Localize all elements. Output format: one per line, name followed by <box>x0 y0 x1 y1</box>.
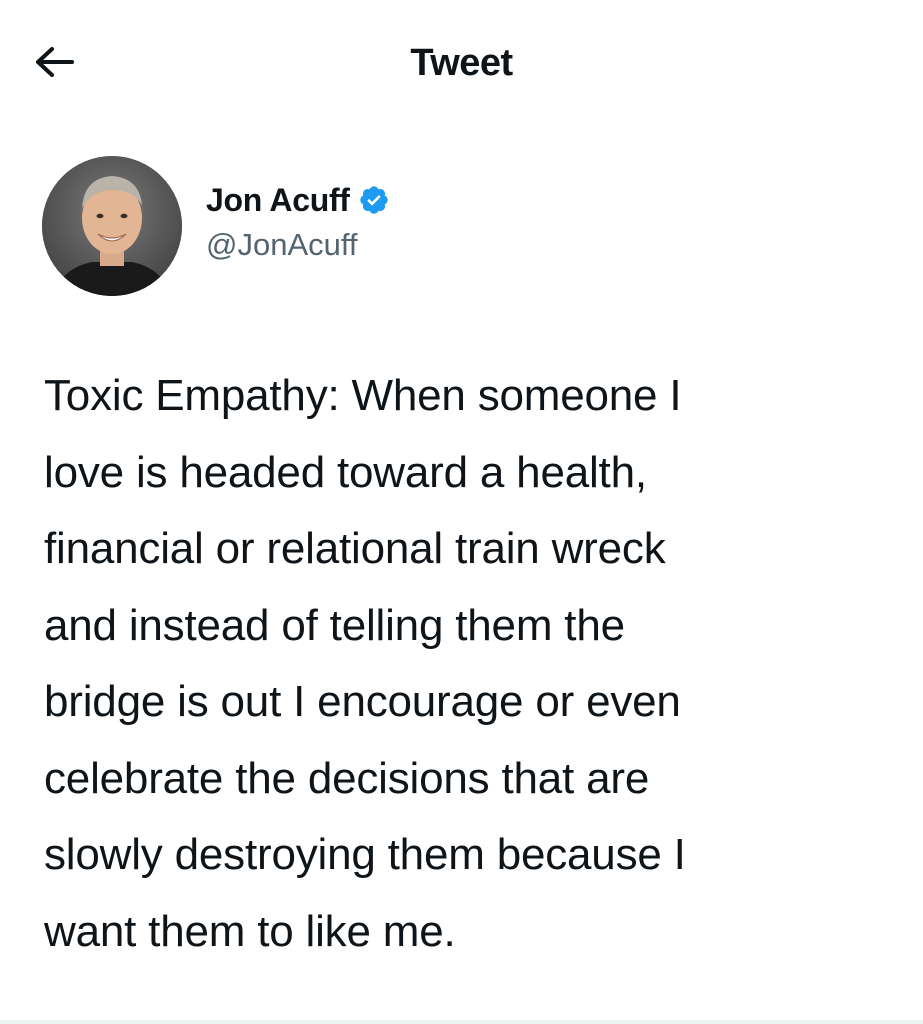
tweet-text: Toxic Empathy: When someone I love is he… <box>44 371 686 956</box>
avatar[interactable] <box>42 156 182 296</box>
display-name-row: Jon Acuff <box>206 182 390 219</box>
avatar-image <box>42 156 182 296</box>
display-name[interactable]: Jon Acuff <box>206 182 350 219</box>
handle[interactable]: @JonAcuff <box>206 227 390 263</box>
page-title: Tweet <box>410 42 513 84</box>
tweet-author: Jon Acuff @JonAcuff <box>42 155 390 297</box>
top-bar: Tweet <box>0 0 923 130</box>
divider <box>0 1020 923 1024</box>
author-text: Jon Acuff @JonAcuff <box>206 182 390 263</box>
verified-badge-icon <box>360 186 388 214</box>
